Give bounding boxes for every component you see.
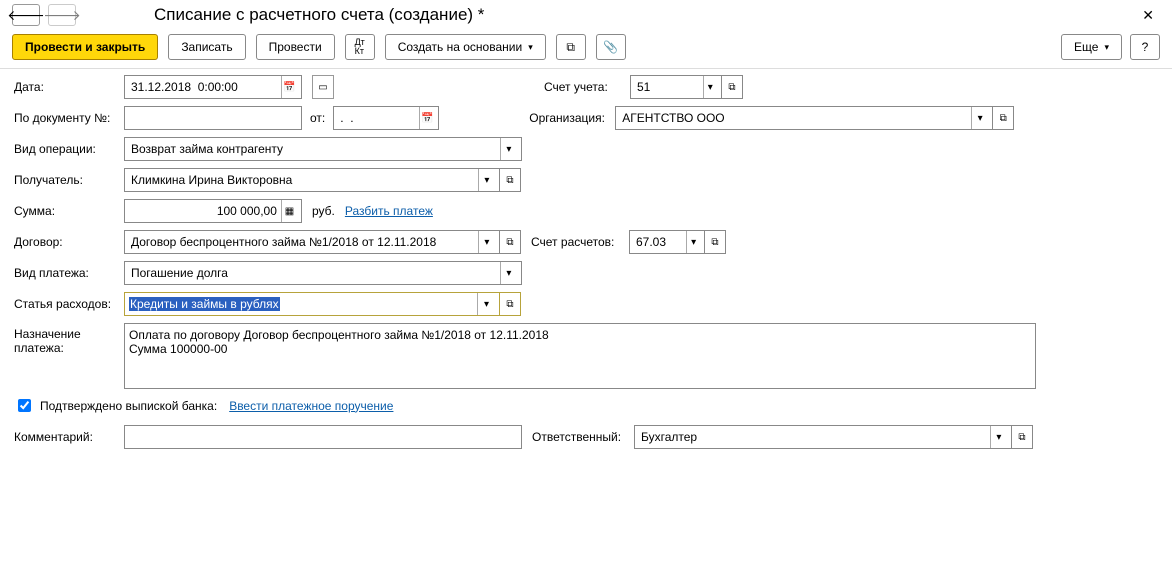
settlement-acct-input[interactable]: ▾ xyxy=(629,230,705,254)
more-button[interactable]: Еще▾ xyxy=(1061,34,1122,60)
post-and-close-button[interactable]: Провести и закрыть xyxy=(12,34,158,60)
back-button[interactable]: 🡐 xyxy=(12,4,40,26)
dropdown-icon[interactable]: ▾ xyxy=(477,293,495,315)
paytype-input[interactable]: ▾ xyxy=(124,261,522,285)
structure-button[interactable]: ⧉ xyxy=(556,34,586,60)
account-input[interactable]: ▾ xyxy=(630,75,722,99)
purpose-label: Назначение платежа: xyxy=(14,323,124,355)
expense-item-open-button[interactable]: ⧉ xyxy=(499,292,521,316)
post-button[interactable]: Провести xyxy=(256,34,335,60)
responsible-input[interactable]: ▾ xyxy=(634,425,1012,449)
dropdown-icon[interactable]: ▾ xyxy=(990,426,1007,448)
enter-payment-order-link[interactable]: Ввести платежное поручение xyxy=(229,399,393,413)
date-extra-button[interactable]: ▭ xyxy=(312,75,334,99)
account-label: Счет учета: xyxy=(544,80,630,94)
date-label: Дата: xyxy=(14,80,124,94)
responsible-open-button[interactable]: ⧉ xyxy=(1011,425,1033,449)
date-input[interactable]: 📅 xyxy=(124,75,302,99)
dropdown-icon[interactable]: ▾ xyxy=(971,107,988,129)
forward-button[interactable]: 🡒 xyxy=(48,4,76,26)
confirmed-checkbox[interactable] xyxy=(18,399,31,412)
save-button[interactable]: Записать xyxy=(168,34,245,60)
calculator-icon[interactable]: ▦ xyxy=(281,200,297,222)
dropdown-icon[interactable]: ▾ xyxy=(478,231,495,253)
help-button[interactable]: ? xyxy=(1130,34,1160,60)
expense-item-label: Статья расходов: xyxy=(14,297,124,311)
contract-label: Договор: xyxy=(14,235,124,249)
org-input[interactable]: ▾ xyxy=(615,106,993,130)
split-payment-link[interactable]: Разбить платеж xyxy=(345,204,433,218)
attachment-button[interactable]: 📎 xyxy=(596,34,626,60)
create-based-on-button[interactable]: Создать на основании▾ xyxy=(385,34,546,60)
comment-input[interactable] xyxy=(124,425,522,449)
create-based-label: Создать на основании xyxy=(398,40,523,54)
from-date-input[interactable]: 📅 xyxy=(333,106,439,130)
recipient-open-button[interactable]: ⧉ xyxy=(499,168,521,192)
from-label: от: xyxy=(310,111,325,125)
page-title: Списание с расчетного счета (создание) * xyxy=(154,5,484,25)
comment-label: Комментарий: xyxy=(14,430,124,444)
close-button[interactable]: ✕ xyxy=(1136,7,1160,24)
docnum-label: По документу №: xyxy=(14,111,124,125)
dropdown-icon[interactable]: ▾ xyxy=(500,138,517,160)
docnum-input[interactable] xyxy=(124,106,302,130)
settlement-acct-open-button[interactable]: ⧉ xyxy=(704,230,726,254)
dropdown-icon[interactable]: ▾ xyxy=(686,231,700,253)
responsible-label: Ответственный: xyxy=(532,430,634,444)
optype-label: Вид операции: xyxy=(14,142,124,156)
calendar-icon[interactable]: 📅 xyxy=(419,107,434,129)
confirmed-label: Подтверждено выпиской банка: xyxy=(40,399,217,413)
currency-label: руб. xyxy=(312,204,335,218)
expense-item-value: Кредиты и займы в рублях xyxy=(129,297,280,311)
dropdown-icon[interactable]: ▾ xyxy=(478,169,495,191)
calendar-icon[interactable]: 📅 xyxy=(281,76,297,98)
sum-input[interactable]: ▦ xyxy=(124,199,302,223)
paytype-label: Вид платежа: xyxy=(14,266,124,280)
org-open-button[interactable]: ⧉ xyxy=(992,106,1014,130)
contract-input[interactable]: ▾ xyxy=(124,230,500,254)
sum-label: Сумма: xyxy=(14,204,124,218)
dropdown-icon[interactable]: ▾ xyxy=(703,76,717,98)
account-open-button[interactable]: ⧉ xyxy=(721,75,743,99)
recipient-label: Получатель: xyxy=(14,173,124,187)
dtkt-button[interactable]: ДтКт xyxy=(345,34,375,60)
org-label: Организация: xyxy=(529,111,615,125)
purpose-textarea[interactable] xyxy=(124,323,1036,389)
contract-open-button[interactable]: ⧉ xyxy=(499,230,521,254)
dropdown-icon[interactable]: ▾ xyxy=(500,262,517,284)
more-label: Еще xyxy=(1074,40,1098,54)
settlement-acct-label: Счет расчетов: xyxy=(531,235,629,249)
optype-input[interactable]: ▾ xyxy=(124,137,522,161)
recipient-input[interactable]: ▾ xyxy=(124,168,500,192)
expense-item-input[interactable]: Кредиты и займы в рублях ▾ xyxy=(124,292,500,316)
